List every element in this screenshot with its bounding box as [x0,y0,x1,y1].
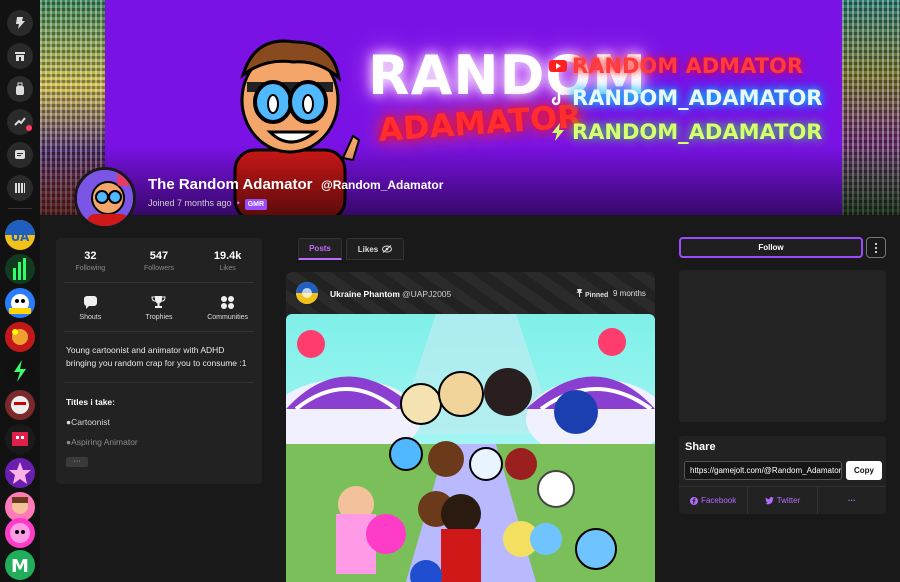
profile-bio: Young cartoonist and animator with ADHD … [66,345,247,368]
bio-expand-button[interactable]: ··· [66,457,88,467]
share-twitter-button[interactable]: Twitter [748,487,818,514]
trophy-icon [151,296,166,308]
game-shortcut-ua[interactable]: UA [5,220,35,250]
twitter-label: Twitter [776,496,801,505]
game-shortcut-m[interactable]: M [5,550,35,580]
store-icon[interactable] [7,43,33,69]
game-shortcut-face[interactable] [5,390,35,420]
svg-text:UA: UA [11,230,30,244]
kebab-dot [875,242,877,245]
game-shortcut-blue[interactable] [5,288,35,318]
bio-titles-heading: Titles i take: [66,397,115,407]
game-shortcut-red[interactable] [5,322,35,352]
stat-label: Following [75,265,106,272]
notification-dot [26,125,32,131]
stat-likes[interactable]: 19.4k Likes [198,250,258,272]
post-author-avatar[interactable] [296,282,318,304]
pinned-indicator: Pinned [576,289,608,299]
gamejolt-icon [552,123,564,141]
communities-label: Communities [207,314,249,321]
facebook-label: Facebook [701,496,737,505]
library-icon[interactable] [7,175,33,201]
joined-text: Joined 7 months ago [148,198,232,208]
game-shortcut-bolt[interactable] [5,356,35,386]
profile-display-name: The Random Adamator [148,176,313,193]
post-author-handle[interactable]: @UAPJ2005 [402,289,451,299]
stat-label: Likes [219,265,236,272]
stat-followers[interactable]: 547 Followers [129,250,189,272]
trophies-label: Trophies [145,314,173,321]
game-shortcut-dark[interactable] [5,424,35,454]
bio-title-item: ●Aspiring Animator [66,437,138,447]
copy-button[interactable]: Copy [846,461,882,480]
shouts-link[interactable]: Shouts [60,295,120,321]
communities-icon [221,296,235,309]
stat-following[interactable]: 32 Following [60,250,120,272]
pinned-post-card[interactable]: Ukraine Phantom @UAPJ2005 Pinned 9 month… [286,272,655,582]
stat-label: Followers [144,265,174,272]
game-shortcut-star[interactable] [5,458,35,488]
pin-icon [576,289,583,297]
profile-stats: 32 Following 547 Followers 19.4k Likes [56,238,262,272]
svg-text:M: M [11,556,29,577]
quests-icon[interactable] [7,109,33,135]
shouts-label: Shouts [79,314,102,321]
share-facebook-button[interactable]: Facebook [679,487,749,514]
chat-icon[interactable] [7,142,33,168]
game-shortcut-pink[interactable] [5,518,35,548]
tiktok-icon [551,89,565,106]
banner-gamejolt-line: RANDOM_ADAMATOR [548,120,822,144]
tab-likes[interactable]: Likes [346,238,404,260]
profile-handle: @Random_Adamator [321,178,444,192]
communities-link[interactable]: Communities [198,295,258,321]
share-url-input[interactable]: https://gamejolt.com/@Random_Adamator [684,461,842,480]
profile-links: Shouts Trophies Communities [56,283,262,321]
tab-likes-label: Likes [357,244,379,254]
share-title: Share [685,441,716,453]
separator-dot: • [236,198,240,208]
trophies-link[interactable]: Trophies [129,295,189,321]
rail-divider [8,208,32,209]
banner-gamejolt-label: RANDOM_ADAMATOR [572,120,823,144]
chat-bubble-icon [83,296,97,309]
stat-value: 547 [149,250,169,262]
banner-tiktok-label: RANDOM_ADAMATOR [572,86,823,110]
kebab-dot [875,246,877,249]
gmr-badge: GMR [244,199,268,210]
gamejolt-home-icon[interactable] [7,10,33,36]
follow-button[interactable]: Follow [679,237,863,258]
post-header: Ukraine Phantom @UAPJ2005 Pinned 9 month… [286,272,655,314]
backpack-icon[interactable] [7,76,33,102]
banner-youtube-line: RANDOM ADMATOR [548,54,803,78]
profile-joined: Joined 7 months ago • GMR [148,198,268,210]
bio-title-item: ●Cartoonist [66,417,110,427]
stat-value: 32 [84,250,97,262]
share-card: Share https://gamejolt.com/@Random_Adama… [679,436,886,514]
profile-info-card: 32 Following 547 Followers 19.4k Likes S… [56,238,262,484]
post-author-name[interactable]: Ukraine Phantom [330,289,400,299]
youtube-icon [549,60,567,72]
share-links: Facebook Twitter ··· [679,486,886,514]
twitter-icon [764,496,774,504]
pinned-label: Pinned [584,292,609,299]
banner-tiktok-line: RANDOM_ADAMATOR [548,86,822,110]
tab-posts[interactable]: Posts [298,238,342,260]
facebook-icon [690,496,699,505]
stat-value: 19.4k [213,250,242,262]
post-timestamp[interactable]: 9 months [613,289,646,298]
left-rail: UA M [0,0,40,582]
more-options-button[interactable] [866,237,886,258]
eye-slash-icon [382,245,393,253]
post-image-artwork[interactable] [286,314,655,582]
profile-avatar[interactable] [74,167,136,229]
banner-youtube-label: RANDOM ADMATOR [572,54,804,78]
ad-placeholder [679,270,886,422]
kebab-dot [875,250,877,253]
game-shortcut-bars[interactable] [5,254,35,284]
share-more-button[interactable]: ··· [818,487,886,514]
